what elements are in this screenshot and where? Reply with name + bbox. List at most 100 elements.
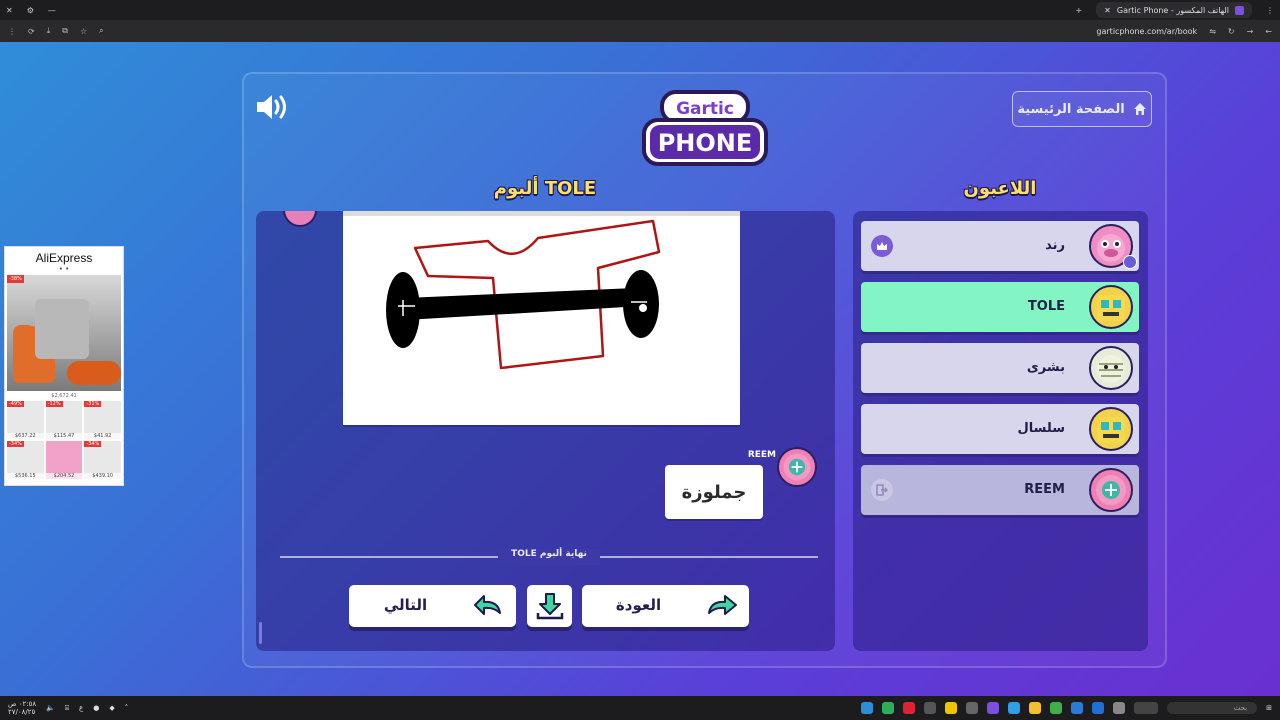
home-button-label: الصفحة الرئيسية xyxy=(1017,101,1125,117)
extensions-icon[interactable]: ⧉ xyxy=(62,26,68,36)
zoom-icon[interactable]: ⌕ xyxy=(99,26,103,36)
ad-discount: -12% xyxy=(45,401,63,407)
player-name: TOLE xyxy=(1027,299,1065,314)
close-window-icon[interactable]: ✕ xyxy=(6,6,13,15)
player-row: REEM xyxy=(861,465,1139,515)
grater-machine-shape xyxy=(35,299,89,359)
ad-discount: -34% xyxy=(7,441,24,447)
tab-close-icon[interactable]: ✕ xyxy=(1104,6,1111,15)
taskbar-clock[interactable]: ٠٢:٥٨ ص ٢٧/٠٨/٢٥ xyxy=(8,700,36,716)
task-view-icon[interactable] xyxy=(1113,702,1126,714)
ad-price: $439.10 xyxy=(84,473,121,479)
store-icon[interactable] xyxy=(1092,702,1105,714)
ad-price: $637.22 xyxy=(7,433,44,439)
mic-icon[interactable]: ● xyxy=(93,704,99,712)
back-arrow-icon xyxy=(708,595,737,615)
ad-product[interactable]: -34% $536.15 xyxy=(7,441,44,479)
url-field[interactable]: garticphone.com/ar/book xyxy=(1096,27,1197,36)
widget-icon[interactable] xyxy=(1134,702,1159,714)
ad-product[interactable]: $204.52 xyxy=(45,441,83,479)
clock-date: ٢٧/٠٨/٢٥ xyxy=(8,708,36,716)
ad-discount: -49% xyxy=(7,401,24,407)
ad-carousel-dots[interactable]: • • xyxy=(5,265,123,273)
start-icon[interactable]: ⊞ xyxy=(1266,704,1272,712)
tab-title: Gartic Phone - الهاتف المكسور xyxy=(1116,5,1229,15)
download-icon xyxy=(536,593,563,620)
author-avatar xyxy=(283,211,317,227)
player-row-active: TOLE xyxy=(861,282,1139,332)
player-avatar xyxy=(1089,346,1133,390)
app-icon[interactable] xyxy=(924,702,937,714)
refresh-icon[interactable]: ↻ xyxy=(1228,27,1235,36)
app-icon[interactable] xyxy=(966,702,979,714)
ad-price: $536.15 xyxy=(7,473,44,479)
tray-app-icon[interactable]: ◆ xyxy=(109,704,114,712)
tab-menu-icon[interactable]: ⋮ xyxy=(1266,6,1274,15)
answer-avatar xyxy=(777,447,817,487)
volume-icon[interactable]: 🔈 xyxy=(46,704,55,712)
app-icon[interactable] xyxy=(903,702,916,714)
logo-top-text: Gartic xyxy=(676,99,734,119)
minimize-icon[interactable]: — xyxy=(48,6,56,15)
album-end-label: نهاية ألبوم TOLE xyxy=(498,549,600,565)
ad-product[interactable]: -12% $115.47 xyxy=(45,401,83,439)
answer-author: REEM xyxy=(747,450,776,460)
sound-button[interactable] xyxy=(254,92,290,122)
edge-icon[interactable] xyxy=(1071,702,1084,714)
clock-time: ٠٢:٥٨ ص xyxy=(8,700,37,708)
player-avatar xyxy=(1089,285,1133,329)
app-icon[interactable] xyxy=(987,702,1000,714)
ad-product[interactable]: -34% $439.10 xyxy=(84,441,121,479)
player-name: رند xyxy=(1045,238,1065,253)
ad-product[interactable]: -31% $41.92 xyxy=(84,401,121,439)
exit-icon[interactable] xyxy=(871,479,893,501)
ad-price: $41.92 xyxy=(84,433,121,439)
ad-discount: -34% xyxy=(84,441,102,447)
language-icon[interactable]: ع xyxy=(79,704,83,712)
back-button[interactable]: العودة xyxy=(582,585,749,627)
ad-product-grid: -49% $637.22 -12% $115.47 -31% $41.92 -34% $… xyxy=(5,399,123,481)
next-button[interactable]: التالي xyxy=(349,585,516,627)
download-button[interactable] xyxy=(527,585,572,627)
logo-bottom-text: PHONE xyxy=(658,129,753,157)
player-row: رند xyxy=(861,221,1139,271)
next-button-label: التالي xyxy=(383,596,428,614)
drawing-canvas xyxy=(343,211,740,425)
menu-icon[interactable]: ⋮ xyxy=(8,27,16,36)
player-avatar xyxy=(1089,468,1133,512)
chrome-icon[interactable] xyxy=(1050,702,1063,714)
settings-icon[interactable]: ⚙ xyxy=(27,6,34,15)
downloads-icon[interactable]: ⤓ xyxy=(47,26,51,36)
home-button[interactable]: الصفحة الرئيسية xyxy=(1012,91,1152,127)
taskbar: ٠٢:٥٨ ص ٢٧/٠٨/٢٥ 🔈 ⌸ ع ● ◆ ˄ بحث ⊞ xyxy=(0,696,1280,720)
drawing-image xyxy=(386,219,661,370)
browser-tab[interactable]: ✕ Gartic Phone - الهاتف المكسور xyxy=(1096,2,1252,18)
reload-spinner-icon[interactable]: ⟳ xyxy=(28,27,35,36)
forward-icon[interactable]: → xyxy=(1247,27,1254,36)
ad-hero-image[interactable]: -38% xyxy=(7,275,121,391)
gartic-phone-logo: Gartic PHONE xyxy=(640,90,770,170)
back-icon[interactable]: ← xyxy=(1265,27,1272,36)
network-icon[interactable]: ⌸ xyxy=(65,704,69,713)
taskbar-search[interactable]: بحث xyxy=(1167,702,1258,714)
player-name: REEM xyxy=(1024,482,1065,497)
new-tab-button[interactable]: + xyxy=(1075,6,1082,15)
player-avatar xyxy=(1089,407,1133,451)
album-scrollbar[interactable] xyxy=(259,622,262,644)
bookmark-star-icon[interactable]: ☆ xyxy=(80,27,87,36)
steam-icon[interactable] xyxy=(861,702,874,714)
aliexpress-ad[interactable]: AliExpress • • -38% $2,672.41 -49% $637.2… xyxy=(4,246,124,486)
app-icon[interactable] xyxy=(1008,702,1021,714)
gartic-favicon-icon xyxy=(1235,5,1244,15)
file-explorer-icon[interactable] xyxy=(1029,702,1042,714)
app-icon[interactable] xyxy=(882,702,895,714)
tray-chevron-icon[interactable]: ˄ xyxy=(125,704,129,712)
site-settings-icon[interactable]: ⇋ xyxy=(1209,27,1216,36)
ad-brand: AliExpress xyxy=(35,251,93,265)
browser-titlebar: ✕ ⚙ — + ✕ Gartic Phone - الهاتف المكسور … xyxy=(0,0,1280,20)
sticky-notes-icon[interactable] xyxy=(945,702,958,714)
ad-product[interactable]: -49% $637.22 xyxy=(7,401,44,439)
grated-carrot-shape xyxy=(67,361,121,385)
address-bar: ⋮ ⟳ ⤓ ⧉ ☆ ⌕ garticphone.com/ar/book ⇋ ↻ … xyxy=(0,20,1280,42)
ad-discount: -31% xyxy=(84,401,102,407)
